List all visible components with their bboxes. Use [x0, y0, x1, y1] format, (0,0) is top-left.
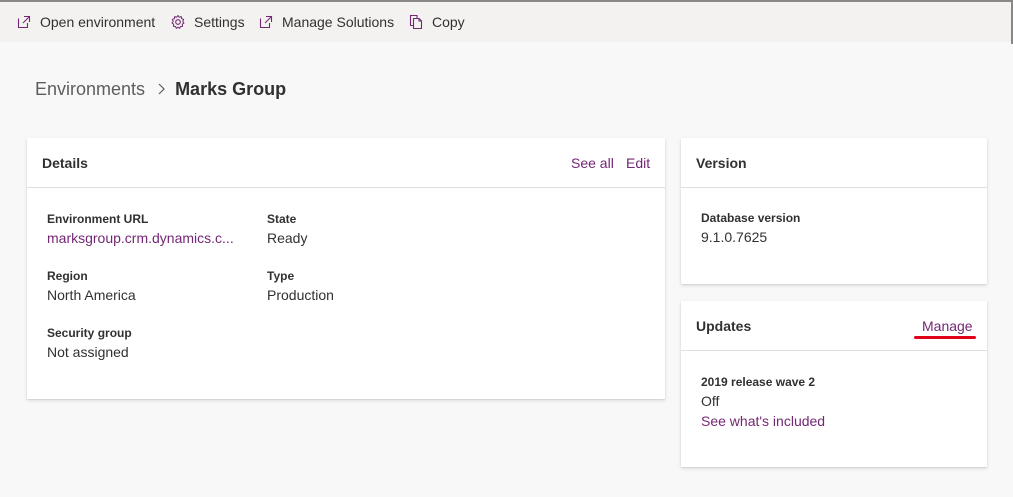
release-wave-field: 2019 release wave 2 Off See what's inclu…	[701, 373, 825, 431]
manage-solutions-label: Manage Solutions	[282, 14, 395, 30]
type-field: Type Production	[267, 267, 334, 305]
settings-button[interactable]: Settings	[170, 2, 245, 42]
security-group-value: Not assigned	[47, 344, 129, 360]
version-card-header: Version	[681, 138, 987, 188]
command-bar: Open environment Settings Manage Solutio…	[0, 0, 1013, 44]
security-group-label: Security group	[47, 326, 132, 340]
edit-link[interactable]: Edit	[626, 138, 650, 188]
manage-annotation-underline	[914, 336, 976, 339]
breadcrumb-environments-link[interactable]: Environments	[35, 79, 145, 100]
breadcrumb: Environments Marks Group	[35, 74, 286, 104]
state-field: State Ready	[267, 210, 307, 248]
details-title: Details	[42, 155, 88, 171]
details-card: Details See all Edit Environment URL mar…	[27, 138, 665, 399]
type-value: Production	[267, 287, 334, 303]
copy-label: Copy	[432, 14, 465, 30]
manage-link[interactable]: Manage	[922, 301, 973, 351]
page-title: Marks Group	[175, 78, 287, 99]
state-value: Ready	[267, 230, 308, 246]
state-label: State	[267, 212, 297, 226]
region-field: Region North America	[47, 267, 136, 305]
region-label: Region	[47, 269, 88, 283]
see-whats-included-link[interactable]: See what's included	[701, 411, 825, 431]
updates-card-header: Updates Manage	[681, 301, 987, 351]
updates-card: Updates Manage 2019 release wave 2 Off S…	[681, 301, 987, 467]
database-version-label: Database version	[701, 211, 801, 225]
version-title: Version	[696, 155, 747, 171]
gear-icon	[171, 15, 185, 29]
database-version-field: Database version 9.1.0.7625	[701, 209, 800, 247]
environment-url-field: Environment URL marksgroup.crm.dynamics.…	[47, 210, 234, 248]
settings-label: Settings	[194, 14, 245, 30]
open-external-icon	[17, 15, 31, 29]
copy-button[interactable]: Copy	[408, 2, 465, 42]
security-group-field: Security group Not assigned	[47, 324, 132, 362]
database-version-value: 9.1.0.7625	[701, 229, 768, 245]
open-external-icon	[259, 15, 273, 29]
environment-url-link[interactable]: marksgroup.crm.dynamics.c...	[47, 228, 234, 248]
region-value: North America	[47, 287, 136, 303]
chevron-right-icon	[158, 83, 165, 95]
details-card-header: Details See all Edit	[27, 138, 665, 188]
updates-title: Updates	[696, 318, 752, 334]
release-wave-value: Off	[701, 393, 720, 409]
type-label: Type	[267, 269, 295, 283]
manage-solutions-button[interactable]: Manage Solutions	[258, 2, 394, 42]
open-environment-button[interactable]: Open environment	[16, 2, 155, 42]
release-wave-label: 2019 release wave 2	[701, 375, 816, 389]
see-all-link[interactable]: See all	[571, 138, 614, 188]
open-environment-label: Open environment	[40, 14, 156, 30]
copy-icon	[409, 14, 423, 30]
environment-url-label: Environment URL	[47, 212, 149, 226]
version-card: Version Database version 9.1.0.7625	[681, 138, 987, 284]
